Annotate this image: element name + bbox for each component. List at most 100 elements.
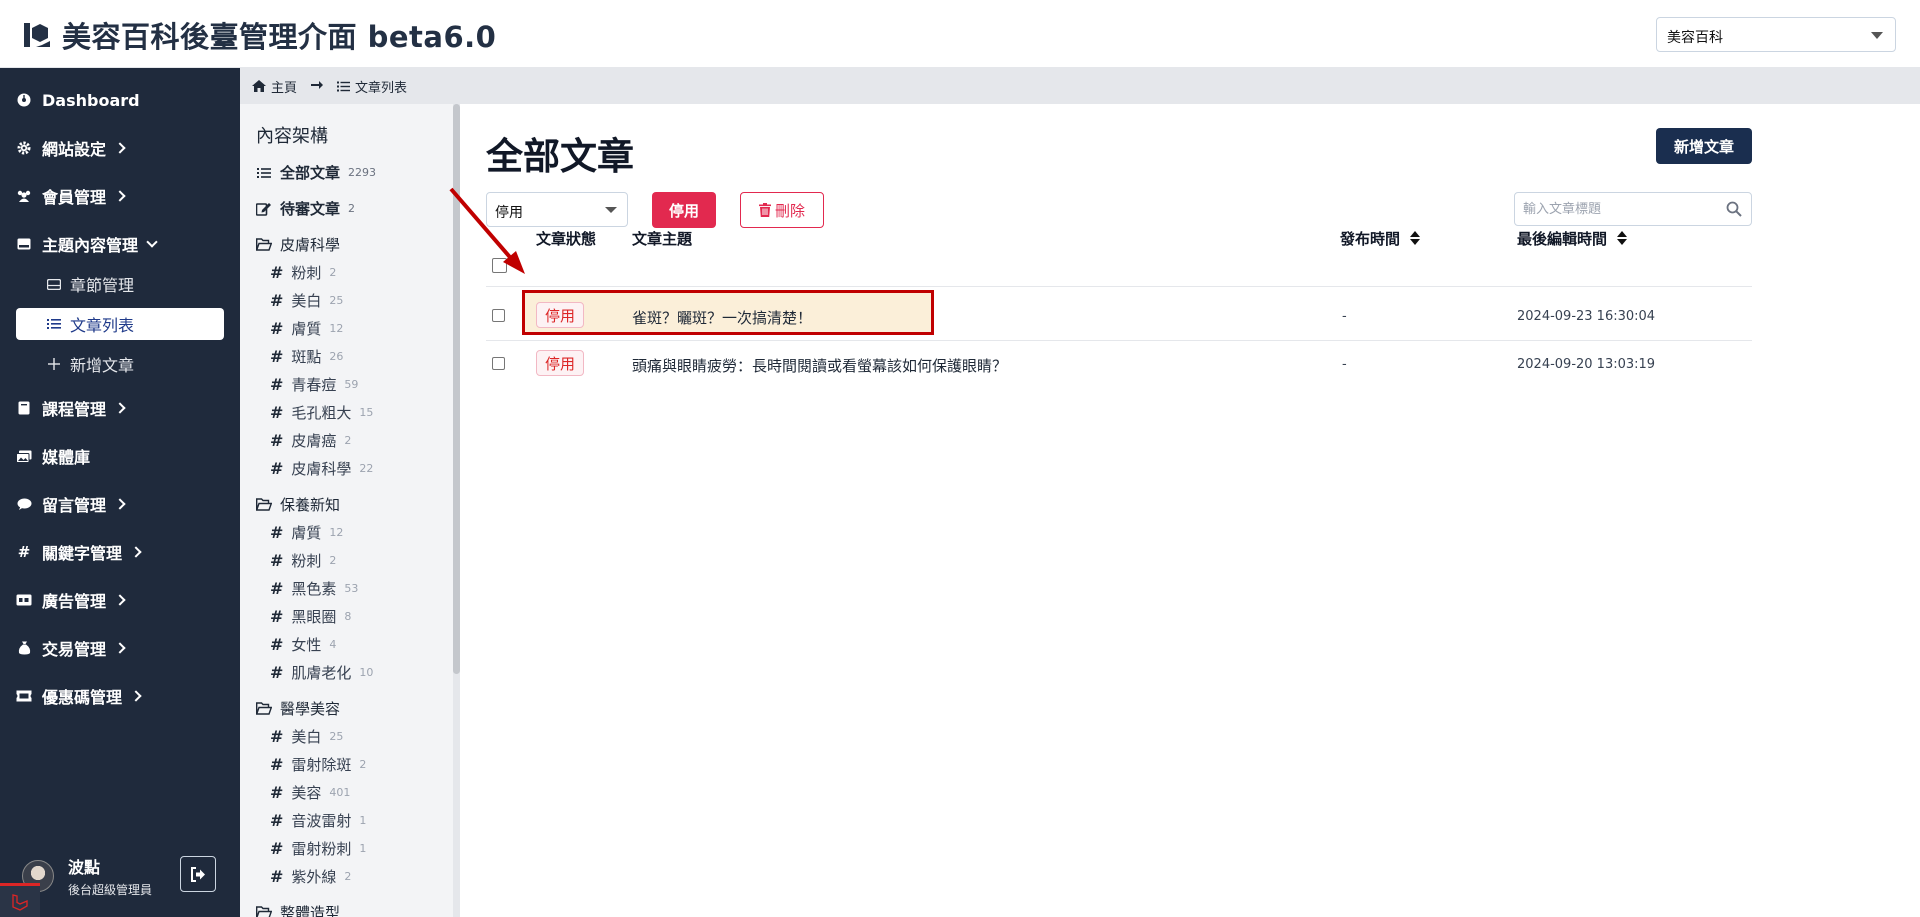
category-group-styling[interactable]: 整體造型 — [256, 902, 340, 917]
sidebar-subitem-article-list[interactable]: 文章列表 — [16, 308, 224, 340]
category-tag[interactable]: # 膚質 12 — [270, 522, 343, 543]
category-tag[interactable]: # 肌膚老化 10 — [270, 662, 373, 683]
category-count: 2293 — [348, 166, 377, 179]
category-all-articles[interactable]: 全部文章 2293 — [256, 162, 376, 183]
row-checkbox[interactable] — [492, 309, 505, 322]
category-tag[interactable]: # 粉刺 2 — [270, 550, 336, 571]
sidebar-item-comments[interactable]: 留言管理 — [0, 489, 240, 519]
category-tag[interactable]: # 美容 401 — [270, 782, 350, 803]
category-tag[interactable]: # 音波雷射 1 — [270, 810, 366, 831]
user-info: 波點 後台超級管理員 — [68, 854, 152, 898]
hash-icon: # — [270, 839, 284, 858]
comment-icon — [16, 496, 32, 512]
sidebar-item-keywords[interactable]: # 關鍵字管理 — [0, 537, 240, 567]
tag-label: 雷射除斑 — [291, 756, 352, 774]
tag-label: 黑眼圈 — [291, 608, 337, 626]
category-tag[interactable]: # 膚質 12 — [270, 318, 343, 339]
select-all-checkbox[interactable] — [492, 258, 507, 273]
breadcrumb-home[interactable]: 主頁 — [252, 77, 297, 96]
tag-label: 雷射粉刺 — [291, 840, 352, 858]
sidebar-item-content[interactable]: 主題內容管理 — [0, 229, 240, 259]
column-header-edited[interactable]: 最後編輯時間 — [1517, 210, 1628, 266]
article-subject-link[interactable]: 頭痛與眼睛疲勞：長時間閱讀或看螢幕該如何保護眼睛？ — [632, 355, 1007, 376]
tag-count: 25 — [329, 294, 344, 307]
hash-icon: # — [270, 459, 284, 478]
sidebar-item-courses[interactable]: 課程管理 — [0, 393, 240, 423]
tag-count: 2 — [329, 266, 337, 279]
category-tag[interactable]: # 美白 25 — [270, 726, 343, 747]
status-badge: 停用 — [536, 350, 584, 376]
scrollbar-thumb[interactable] — [453, 104, 460, 674]
category-pending-articles[interactable]: 待審文章 2 — [256, 198, 355, 219]
sidebar-item-ads[interactable]: 廣告管理 — [0, 585, 240, 615]
category-tag[interactable]: # 雷射粉刺 1 — [270, 838, 366, 859]
category-tag[interactable]: # 黑眼圈 8 — [270, 606, 351, 627]
published-time: - — [1342, 357, 1347, 372]
sidebar-subitem-chapters[interactable]: 章節管理 — [16, 268, 224, 300]
tag-label: 肌膚老化 — [291, 664, 352, 682]
category-tag[interactable]: # 毛孔粗大 15 — [270, 402, 373, 423]
top-bar: 美容百科後臺管理介面 beta6.0 美容百科 — [0, 0, 1920, 68]
sidebar-item-transactions[interactable]: 交易管理 — [0, 633, 240, 663]
chevron-down-icon — [605, 207, 617, 213]
hash-icon: # — [270, 375, 284, 394]
tag-count: 59 — [344, 378, 359, 391]
sidebar-subitem-new-article[interactable]: 新增文章 — [16, 348, 224, 380]
row-checkbox[interactable] — [492, 357, 505, 370]
tag-count: 4 — [329, 638, 337, 651]
category-scrollbar[interactable] — [453, 104, 460, 917]
delete-button[interactable]: 刪除 — [740, 192, 824, 228]
category-tag[interactable]: # 紫外線 2 — [270, 866, 351, 887]
status-badge: 停用 — [536, 302, 584, 328]
tag-count: 2 — [359, 758, 367, 771]
category-tag[interactable]: # 女性 4 — [270, 634, 336, 655]
sort-icon[interactable] — [1410, 231, 1421, 245]
chevron-right-icon — [130, 690, 142, 702]
sidebar-item-media[interactable]: 媒體庫 — [0, 441, 240, 471]
tag-label: 美容 — [291, 784, 322, 802]
sidebar-item-members[interactable]: 會員管理 — [0, 181, 240, 211]
money-bag-icon — [16, 640, 32, 656]
tag-label: 紫外線 — [291, 868, 337, 886]
site-select[interactable]: 美容百科 — [1656, 17, 1896, 52]
category-tag[interactable]: # 粉刺 2 — [270, 262, 336, 283]
new-article-button[interactable]: 新增文章 — [1656, 128, 1752, 164]
tag-count: 12 — [329, 526, 344, 539]
main-content: 全部文章 新增文章 停用 停用 刪除 文章狀態 文章主題 發布時間 最後編輯時間… — [460, 104, 1920, 917]
category-group-skin-science[interactable]: 皮膚科學 — [256, 234, 340, 255]
category-tag[interactable]: # 黑色素 53 — [270, 578, 358, 599]
sort-icon[interactable] — [1617, 231, 1628, 245]
sidebar-item-coupons[interactable]: 優惠碼管理 — [0, 681, 240, 711]
breadcrumb-current[interactable]: 文章列表 — [337, 77, 407, 96]
logout-button[interactable] — [180, 856, 216, 892]
category-tag[interactable]: # 美白 25 — [270, 290, 343, 311]
delete-button-label: 刪除 — [774, 201, 805, 220]
category-group-medical-beauty[interactable]: 醫學美容 — [256, 698, 340, 719]
category-tag[interactable]: # 皮膚科學 22 — [270, 458, 373, 479]
column-header-published[interactable]: 發布時間 — [1340, 210, 1421, 266]
tag-count: 2 — [344, 434, 352, 447]
sidebar-subitem-label: 新增文章 — [70, 356, 135, 375]
article-subject-link[interactable]: 雀斑？曬斑？一次搞清楚！ — [632, 307, 812, 328]
sidebar-item-label: 媒體庫 — [42, 448, 91, 467]
category-tag[interactable]: # 斑點 26 — [270, 346, 343, 367]
category-tag[interactable]: # 青春痘 59 — [270, 374, 358, 395]
hdd-icon — [16, 236, 32, 252]
chevron-down-icon — [146, 236, 158, 248]
hash-icon: # — [270, 579, 284, 598]
category-label: 全部文章 — [280, 164, 341, 182]
category-group-skincare-news[interactable]: 保養新知 — [256, 494, 340, 515]
sidebar-item-site-settings[interactable]: 網站設定 — [0, 133, 240, 163]
user-profile[interactable]: 波點 後台超級管理員 — [22, 854, 152, 898]
chevron-right-icon — [114, 498, 126, 510]
category-tag[interactable]: # 雷射除斑 2 — [270, 754, 366, 775]
hash-icon: # — [270, 607, 284, 626]
brand[interactable]: 美容百科後臺管理介面 beta6.0 — [22, 14, 496, 56]
edited-time: 2024-09-20 13:03:19 — [1517, 357, 1656, 372]
search-icon[interactable] — [1726, 201, 1742, 217]
category-group-label: 整體造型 — [280, 904, 341, 917]
tag-count: 10 — [359, 666, 374, 679]
sidebar-item-label: 交易管理 — [42, 640, 107, 659]
category-tag[interactable]: # 皮膚癌 2 — [270, 430, 351, 451]
sidebar-item-dashboard[interactable]: Dashboard — [0, 85, 240, 115]
